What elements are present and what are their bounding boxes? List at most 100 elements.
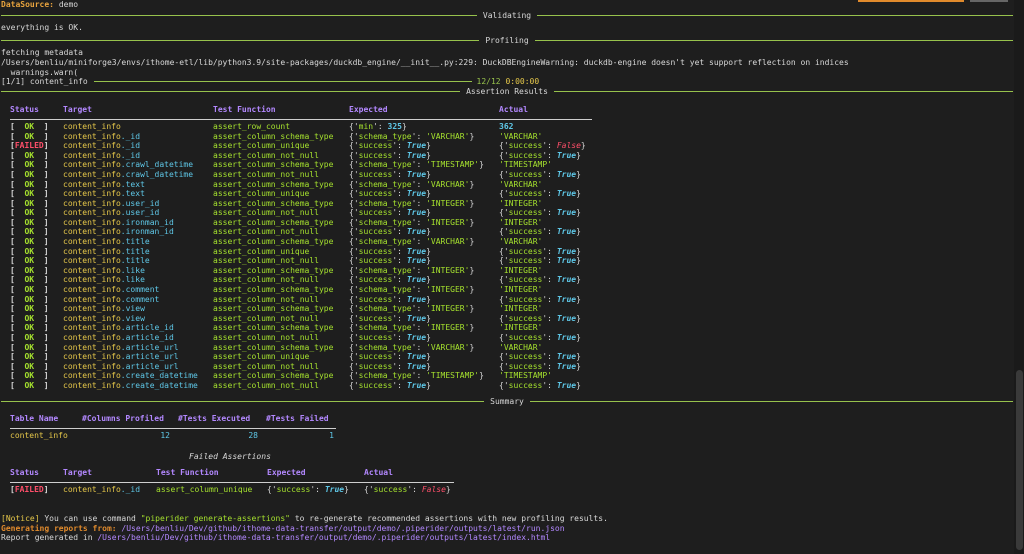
row-status: [ OK ] xyxy=(10,380,49,390)
row-target: content_info._id xyxy=(63,150,141,160)
assertion-row: [ OK ] content_info.title assert_column_sc… xyxy=(10,237,599,247)
row-status: [ OK ] xyxy=(10,256,49,266)
row-status: [ OK ] xyxy=(10,189,49,199)
row-expected: {'success': True} xyxy=(349,169,431,179)
failed-status: [FAILED] xyxy=(10,484,49,494)
row-test-function: assert_column_not_null xyxy=(213,208,319,218)
row-expected: {'schema_type': 'INTEGER'} xyxy=(349,198,475,208)
row-status: [ OK ] xyxy=(10,227,49,237)
row-actual: {'success': True} xyxy=(499,352,581,362)
col-target: Target xyxy=(63,105,92,115)
row-status: [ OK ] xyxy=(10,285,49,295)
row-target: content_info.article_id xyxy=(63,323,174,333)
assertion-row: [ OK ] content_info.crawl_datetime assert_… xyxy=(10,160,599,170)
failed-col-test-function: Test Function xyxy=(156,467,219,477)
row-test-function: assert_column_not_null xyxy=(213,333,319,342)
assertion-row: [ OK ] content_info.text assert_column_uni… xyxy=(10,189,599,199)
col-expected: Expected xyxy=(349,105,388,115)
row-status: [ OK ] xyxy=(10,275,49,285)
row-target: content_info.ironman_id xyxy=(63,227,174,237)
row-actual: 'INTEGER' xyxy=(499,304,543,314)
row-test-function: assert_column_schema_type xyxy=(213,131,334,141)
failed-expected: {'success': True} xyxy=(267,484,349,494)
row-actual: {'success': True} xyxy=(499,313,581,323)
row-test-function: assert_column_not_null xyxy=(213,275,319,285)
row-expected: {'success': True} xyxy=(349,141,431,151)
assertion-row: [ OK ] content_info.article_id assert_colu… xyxy=(10,323,599,333)
row-actual: {'success': True} xyxy=(499,294,581,304)
row-test-function: assert_column_unique xyxy=(213,352,310,362)
assertion-row: [ OK ] content_info.user_id assert_column_… xyxy=(10,208,599,218)
row-target: content_info.text xyxy=(63,179,145,189)
summary-col-table: Table Name xyxy=(10,414,59,424)
row-expected: {'schema_type': 'INTEGER'} xyxy=(349,323,475,333)
row-target: content_info.article_url xyxy=(63,342,179,352)
row-expected: {'schema_type': 'INTEGER'} xyxy=(349,265,475,275)
profiling-title: Profiling xyxy=(485,35,529,45)
row-expected: {'schema_type': 'TIMESTAMP'} xyxy=(349,160,484,170)
failed-assertions-title: Failed Assertions xyxy=(189,452,271,462)
assertion-header-row: Status Target Test Function Expected Act… xyxy=(10,105,599,115)
failed-target: content_info._id xyxy=(63,484,141,494)
row-test-function: assert_column_schema_type xyxy=(213,304,334,314)
row-expected: {'success': True} xyxy=(349,333,431,342)
row-test-function: assert_column_not_null xyxy=(213,256,319,266)
failed-col-expected: Expected xyxy=(267,467,306,477)
assertion-row: [ OK ] content_info.ironman_id assert_colu… xyxy=(10,218,599,228)
row-expected: {'schema_type': 'TIMESTAMP'} xyxy=(349,371,484,381)
failed-assertions-table: Status Target Test Function Expected Act… xyxy=(10,468,454,494)
row-status: [ OK ] xyxy=(10,342,49,352)
failed-divider xyxy=(10,482,454,484)
row-actual: {'success': True} xyxy=(499,227,581,237)
row-test-function: assert_column_unique xyxy=(213,189,310,199)
row-actual: 'VARCHAR' xyxy=(499,179,543,189)
assertion-row: [ OK ] content_info.article_id assert_colu… xyxy=(10,333,599,343)
assertion-row: [ OK ] content_info.create_datetime assert… xyxy=(10,371,599,381)
assertion-row: [ OK ] content_info.like assert_column_sch… xyxy=(10,266,599,276)
assertion-row: [ OK ] content_info._id assert_column_sche… xyxy=(10,132,599,142)
row-test-function: assert_column_schema_type xyxy=(213,371,334,381)
row-actual: {'success': True} xyxy=(499,189,581,199)
row-target: content_info.title xyxy=(63,237,150,247)
terminal-scrollbar[interactable] xyxy=(1014,0,1024,554)
failed-header-row: Status Target Test Function Expected Act… xyxy=(10,468,454,478)
profiling-line-1: /Users/benliu/miniforge3/envs/ithome-etl… xyxy=(1,57,849,67)
profiling-rule: Profiling xyxy=(1,35,1014,46)
row-expected: {'success': True} xyxy=(349,256,431,266)
assertion-row: [ OK ] content_info.view assert_column_not… xyxy=(10,314,599,324)
row-status: [ OK ] xyxy=(10,371,49,381)
assertion-row: [ OK ] content_info.like assert_column_not… xyxy=(10,275,599,285)
row-target: content_info.create_datetime xyxy=(63,371,198,381)
row-expected: {'success': True} xyxy=(349,294,431,304)
row-status: [ OK ] xyxy=(10,313,49,323)
row-actual: 'INTEGER' xyxy=(499,265,543,275)
failed-actual: {'success': False} xyxy=(364,484,451,494)
profiling-progress: [1/1] content_info 12/12 0:00:00 xyxy=(1,77,540,87)
row-target: content_info.text xyxy=(63,189,145,199)
row-test-function: assert_column_schema_type xyxy=(213,198,334,208)
generating-line: Generating reports from: /Users/benliu/D… xyxy=(1,523,565,533)
row-status: [ OK ] xyxy=(10,246,49,256)
row-expected: {'schema_type': 'INTEGER'} xyxy=(349,304,475,314)
assertion-row: [ OK ] content_info.title assert_column_no… xyxy=(10,256,599,266)
row-test-function: assert_column_not_null xyxy=(213,361,319,371)
row-expected: {'success': True} xyxy=(349,246,431,256)
assertion-row: [ OK ] content_info.article_url assert_col… xyxy=(10,343,599,353)
assertion-row: [ OK ] content_info._id assert_column_not_… xyxy=(10,151,599,161)
row-status: [ OK ] xyxy=(10,217,49,227)
row-status: [ OK ] xyxy=(10,179,49,189)
row-actual: {'success': True} xyxy=(499,246,581,256)
row-actual: 'TIMESTAMP' xyxy=(499,371,552,381)
row-actual: {'success': True} xyxy=(499,169,581,179)
row-status: [ OK ] xyxy=(10,160,49,170)
summary-title: Summary xyxy=(490,396,524,406)
row-test-function: assert_column_schema_type xyxy=(213,179,334,189)
row-expected: {'schema_type': 'INTEGER'} xyxy=(349,285,475,295)
assertion-row: [ OK ] content_info.article_url assert_col… xyxy=(10,362,599,372)
row-target: content_info.ironman_id xyxy=(63,217,174,227)
scrollbar-thumb[interactable] xyxy=(1016,370,1023,550)
progress-bar xyxy=(93,81,472,83)
assertion-row: [ OK ] content_info.user_id assert_column_… xyxy=(10,199,599,209)
row-test-function: assert_column_schema_type xyxy=(213,342,334,352)
row-test-function: assert_column_not_null xyxy=(213,169,319,179)
